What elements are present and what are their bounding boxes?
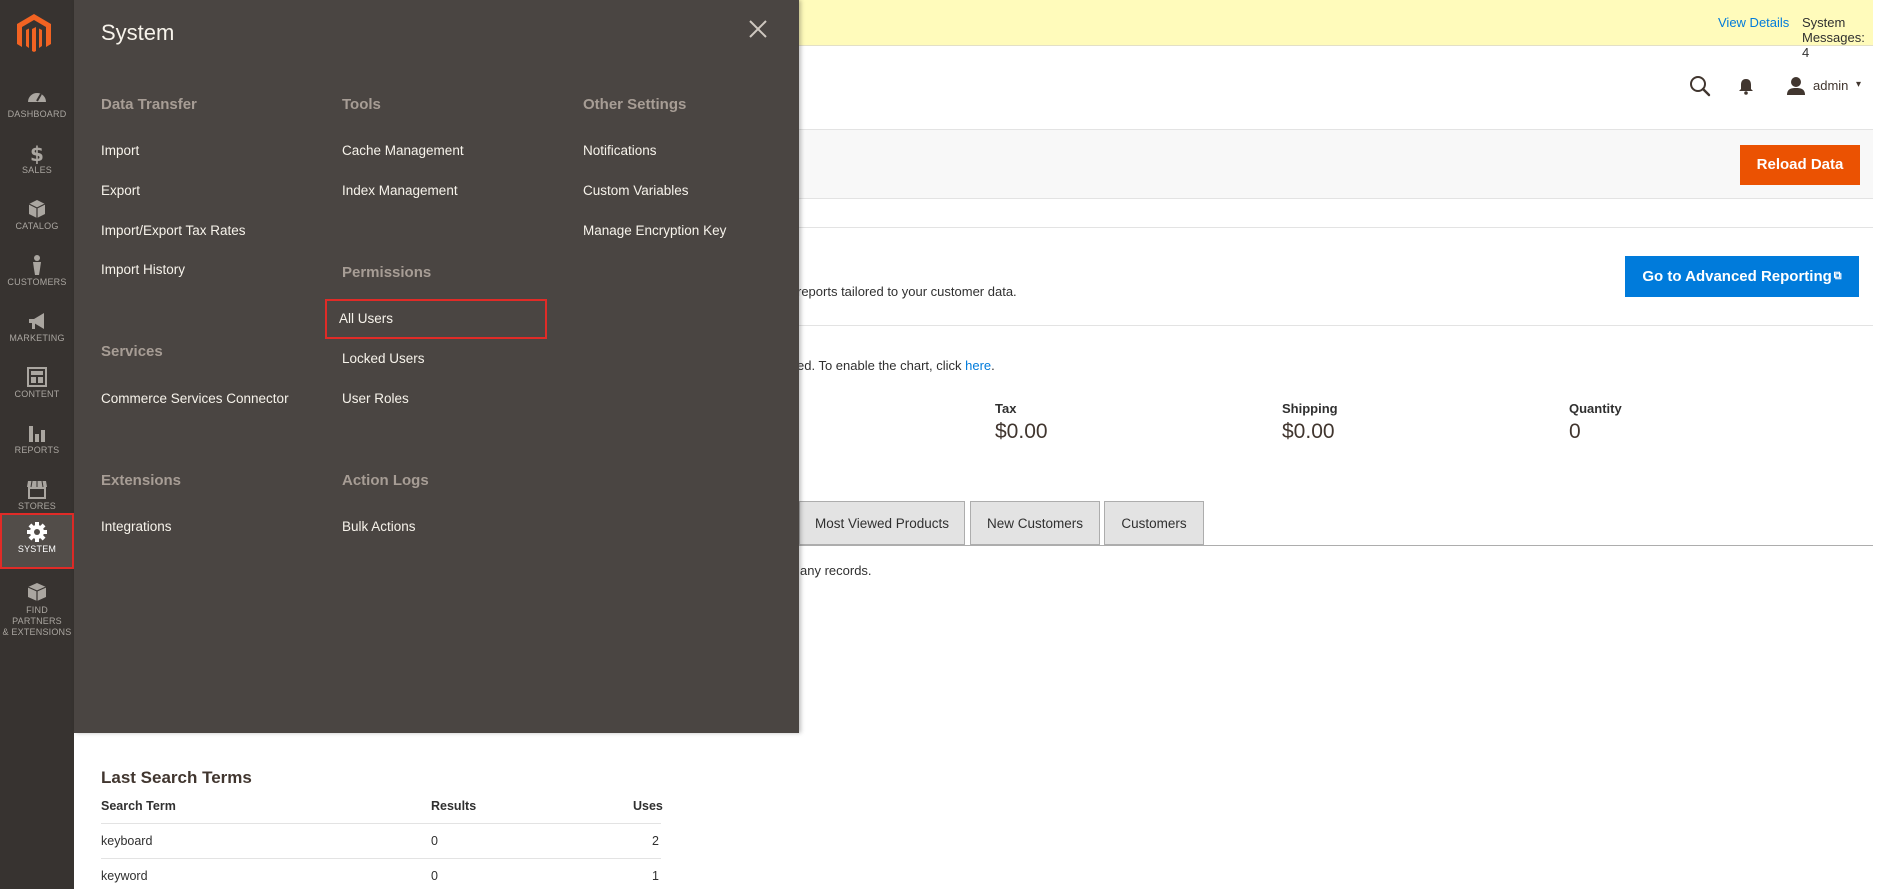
- search-term-cell: keyword: [101, 869, 148, 883]
- menu-item-custom-variables[interactable]: Custom Variables: [583, 183, 689, 198]
- sidebar-item-label: CONTENT: [14, 389, 60, 399]
- sidebar-item-label: REPORTS: [14, 445, 60, 455]
- system-flyout-menu: System Data Transfer Import Export Impor…: [74, 0, 799, 733]
- enable-chart-link[interactable]: here: [965, 358, 991, 373]
- user-icon[interactable]: [1786, 76, 1806, 96]
- dashboard-icon: [28, 93, 46, 102]
- caret-down-icon[interactable]: ▾: [1856, 79, 1861, 90]
- chart-disabled-note: ed. To enable the chart, click here.: [797, 358, 995, 373]
- group-title-data-transfer: Data Transfer: [101, 96, 197, 113]
- bell-icon[interactable]: [1737, 77, 1755, 95]
- menu-item-all-users[interactable]: All Users: [325, 299, 547, 339]
- sidebar-item-catalog[interactable]: CATALOG: [0, 190, 74, 246]
- sidebar-item-marketing[interactable]: MARKETING: [0, 302, 74, 358]
- search-term-cell: keyboard: [101, 834, 153, 848]
- menu-item-locked-users[interactable]: Locked Users: [342, 351, 425, 366]
- advanced-reporting-label: Go to Advanced Reporting: [1642, 268, 1832, 285]
- admin-user-menu[interactable]: admin: [1813, 78, 1848, 93]
- sidebar-item-label: SYSTEM: [17, 544, 57, 554]
- group-title-tools: Tools: [342, 96, 381, 113]
- megaphone-icon: [29, 313, 44, 329]
- menu-item-integrations[interactable]: Integrations: [101, 519, 172, 534]
- svg-text:$: $: [30, 142, 44, 164]
- advanced-reporting-text: reports tailored to your customer data.: [797, 284, 1017, 299]
- external-link-icon: ⧉: [1833, 270, 1842, 282]
- menu-item-import-export-tax-rates[interactable]: Import/Export Tax Rates: [101, 223, 246, 238]
- column-header-uses: Uses: [633, 799, 663, 813]
- menu-item-index-management[interactable]: Index Management: [342, 183, 458, 198]
- metric-quantity-label: Quantity: [1569, 401, 1622, 416]
- metric-quantity-value: 0: [1569, 420, 1581, 443]
- sidebar-item-label: SALES: [21, 165, 53, 175]
- results-cell: 0: [431, 834, 438, 848]
- gear-icon: [27, 522, 47, 542]
- search-icon[interactable]: [1689, 75, 1711, 97]
- menu-item-manage-encryption-key[interactable]: Manage Encryption Key: [583, 223, 726, 238]
- sidebar-item-label-line2: & EXTENSIONS: [2, 627, 72, 637]
- group-title-extensions: Extensions: [101, 472, 182, 489]
- sidebar-item-label: DASHBOARD: [7, 109, 67, 119]
- magento-logo-icon[interactable]: [17, 14, 51, 54]
- menu-item-commerce-services-connector[interactable]: Commerce Services Connector: [101, 391, 289, 406]
- storefront-icon: [27, 480, 47, 499]
- last-search-terms-title: Last Search Terms: [101, 768, 252, 787]
- menu-item-bulk-actions[interactable]: Bulk Actions: [342, 519, 416, 534]
- menu-item-user-roles[interactable]: User Roles: [342, 391, 409, 406]
- flyout-title: System: [101, 20, 175, 45]
- sidebar-item-reports[interactable]: REPORTS: [0, 414, 74, 470]
- group-title-permissions: Permissions: [342, 264, 432, 281]
- column-header-results: Results: [431, 799, 477, 813]
- sidebar-item-label: STORES: [17, 501, 57, 511]
- menu-item-import-history[interactable]: Import History: [101, 262, 185, 277]
- uses-cell: 2: [652, 834, 659, 848]
- sidebar-item-system[interactable]: SYSTEM: [0, 513, 74, 569]
- layout-icon: [27, 367, 47, 387]
- metric-tax-label: Tax: [995, 401, 1017, 416]
- group-title-action-logs: Action Logs: [342, 472, 429, 489]
- reload-data-button[interactable]: Reload Data: [1740, 145, 1860, 185]
- menu-item-notifications[interactable]: Notifications: [583, 143, 657, 158]
- sidebar-item-content[interactable]: CONTENT: [0, 358, 74, 414]
- sidebar-item-label: FIND PARTNERS: [12, 605, 62, 626]
- group-title-other-settings: Other Settings: [583, 96, 687, 113]
- chart-note-tail: .: [991, 358, 995, 373]
- menu-item-cache-management[interactable]: Cache Management: [342, 143, 464, 158]
- uses-cell: 1: [652, 869, 659, 883]
- view-details-link[interactable]: View Details: [1718, 15, 1789, 30]
- sidebar-item-dashboard[interactable]: DASHBOARD: [0, 78, 74, 134]
- dollar-icon: $: [30, 142, 44, 164]
- person-icon: [33, 255, 41, 275]
- sidebar-item-customers[interactable]: CUSTOMERS: [0, 246, 74, 302]
- boxes-icon: [27, 583, 47, 601]
- sidebar-item-label: MARKETING: [9, 333, 65, 343]
- menu-item-export[interactable]: Export: [101, 183, 140, 198]
- tab-new-customers[interactable]: New Customers: [970, 501, 1100, 545]
- admin-sidebar: DASHBOARD $ SALES CATALOG CUSTOMERS MARK…: [0, 0, 74, 889]
- sidebar-item-label: CATALOG: [15, 221, 59, 231]
- column-header-search-term: Search Term: [101, 799, 176, 813]
- metric-tax-value: $0.00: [995, 420, 1048, 443]
- tab-most-viewed-products[interactable]: Most Viewed Products: [799, 501, 965, 545]
- bar-chart-icon: [29, 426, 45, 442]
- advanced-reporting-button[interactable]: Go to Advanced Reporting ⧉: [1625, 256, 1859, 297]
- chart-note-text: ed. To enable the chart, click: [797, 358, 966, 373]
- no-records-message: any records.: [800, 563, 872, 578]
- menu-item-import[interactable]: Import: [101, 143, 139, 158]
- sidebar-item-label: CUSTOMERS: [7, 277, 67, 287]
- row-divider: [101, 823, 661, 824]
- group-title-services: Services: [101, 343, 163, 360]
- close-icon[interactable]: [747, 18, 769, 40]
- system-messages-count[interactable]: System Messages: 4: [1802, 15, 1873, 60]
- results-cell: 0: [431, 869, 438, 883]
- tabs-underline: [797, 545, 1873, 546]
- sidebar-item-sales[interactable]: $ SALES: [0, 134, 74, 190]
- tab-customers[interactable]: Customers: [1104, 501, 1204, 545]
- sidebar-item-find-partners[interactable]: FIND PARTNERS & EXTENSIONS: [0, 574, 74, 637]
- cube-icon: [28, 200, 46, 218]
- row-divider: [101, 858, 661, 859]
- metric-shipping-label: Shipping: [1282, 401, 1338, 416]
- metric-shipping-value: $0.00: [1282, 420, 1335, 443]
